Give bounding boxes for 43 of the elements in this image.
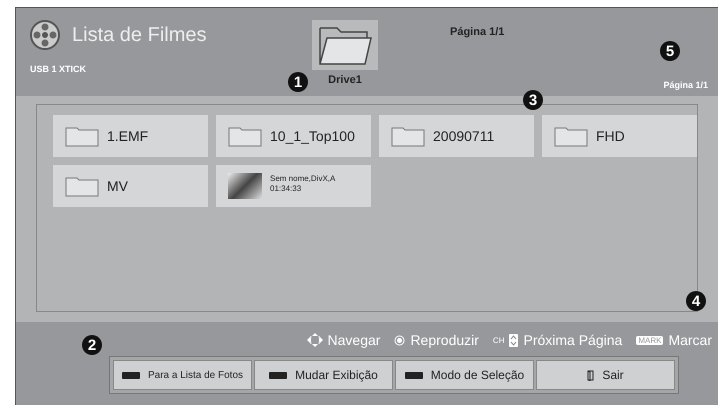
folder-tile[interactable]: 10_1_Top100 — [216, 115, 371, 157]
folder-icon — [391, 125, 425, 147]
thumbnail-placeholder — [228, 173, 262, 199]
folder-name: MV — [107, 178, 128, 194]
folder-icon — [554, 125, 588, 147]
folder-tile[interactable]: MV — [53, 165, 208, 207]
function-button[interactable]: Modo de Seleção — [395, 360, 534, 390]
device-name: USB 1 XTICK — [30, 64, 88, 74]
exit-button[interactable]: Sair — [536, 360, 675, 390]
hint-label: Próxima Página — [523, 332, 622, 348]
color-key-icon — [122, 372, 140, 378]
folder-tile[interactable]: FHD — [542, 115, 697, 157]
exit-icon — [587, 370, 594, 380]
folder-icon — [228, 125, 262, 147]
drive-button[interactable] — [312, 20, 378, 70]
function-button[interactable]: Para a Lista de Fotos — [113, 360, 252, 390]
video-name: Sem nome,DivX,A — [270, 174, 336, 182]
hint-label: Navegar — [328, 332, 380, 348]
folder-tile[interactable]: 1.EMF — [53, 115, 208, 157]
mark-key: MARK — [636, 336, 664, 344]
up-down-icon — [509, 334, 518, 346]
video-duration: 01:34:33 — [270, 184, 302, 192]
hint-label: Reproduzir — [410, 332, 479, 348]
film-reel-icon — [30, 20, 60, 50]
screen-title: Lista de Filmes — [72, 24, 206, 46]
color-key-icon — [269, 372, 288, 378]
folder-icon — [65, 125, 99, 147]
hint-label: Marcar — [668, 332, 712, 348]
ok-icon — [394, 334, 406, 346]
drive-label: Drive1 — [328, 74, 362, 86]
folder-tile[interactable]: 20090711 — [379, 115, 534, 157]
folder-name: 10_1_Top100 — [270, 128, 355, 144]
function-button[interactable]: Mudar Exibição — [254, 360, 393, 390]
folder-icon — [65, 175, 99, 197]
arrows-icon — [306, 333, 323, 347]
color-key-icon — [404, 372, 423, 378]
video-tile[interactable]: Sem nome,DivX,A 01:34:33 — [216, 165, 371, 207]
page-indicator: Página 1/1 — [449, 25, 504, 40]
folder-name: FHD — [596, 128, 625, 144]
page-indicator: Página 1/1 — [663, 80, 708, 90]
folder-name: 20090711 — [433, 128, 494, 144]
ch-key-label: CH — [492, 336, 504, 344]
folder-name: 1.EMF — [107, 128, 148, 144]
